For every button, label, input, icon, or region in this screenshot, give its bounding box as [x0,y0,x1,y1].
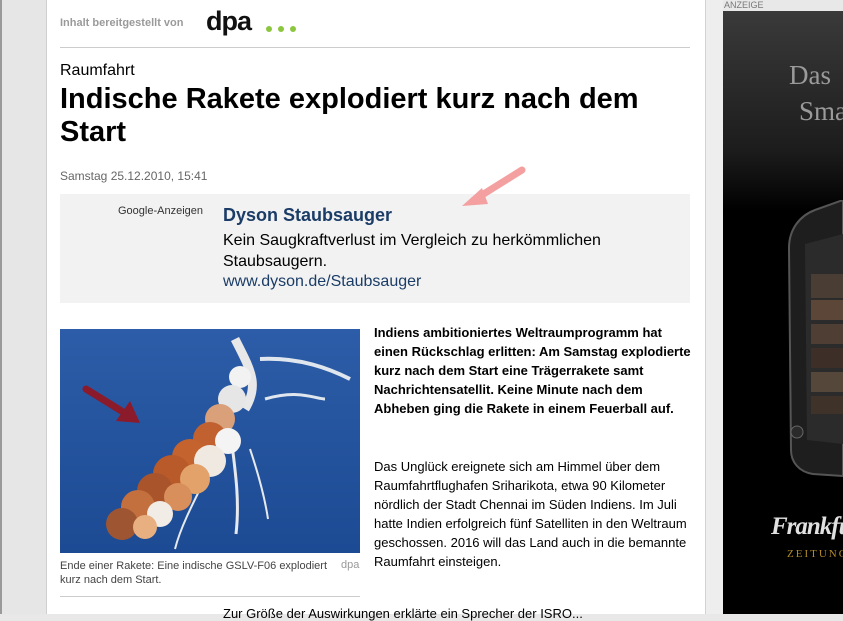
ad-headline-line1: Das [789,60,831,90]
photo-image [60,329,360,553]
article-kicker: Raumfahrt [60,62,135,79]
photo-credit: dpa [341,559,360,571]
caption-divider [60,596,360,597]
window-edge [0,0,2,614]
ad-label: ANZEIGE [723,0,843,11]
google-ad-box: Google-Anzeigen Dyson Staubsauger Kein S… [60,194,690,303]
provider-label: Inhalt bereitgestellt von [60,17,184,29]
article-lead: Indiens ambitioniertes Weltraumprogramm … [374,325,691,416]
photo-caption: Ende einer Rakete: Eine indische GSLV-F0… [60,560,328,586]
rocket-explosion-photo[interactable] [60,329,360,553]
sidebar-advertisement[interactable]: ANZEIGE Das Sma Frankfu ZEITUNG [723,0,843,614]
google-ad-label: Google-Anzeigen [118,205,204,217]
iphone-image [787,200,843,478]
article-headline: Indische Rakete explodiert kurz nach dem… [60,83,639,148]
ad-description: Kein Saugkraftverlust im Vergleich zu he… [223,232,601,270]
column-gutter [706,0,723,614]
article-dateline: Samstag 25.12.2010, 15:41 [60,169,208,183]
article-body-paragraph: Das Unglück ereignete sich am Himmel übe… [374,459,687,569]
pink-annotation-arrow-icon [462,166,526,206]
article-column: Inhalt bereitgestellt von dpa Raumfahrt … [47,0,706,621]
ad-brand-logo: Frankfu [771,513,843,540]
content-provider-bar: Inhalt bereitgestellt von dpa [60,0,690,48]
ad-title-link[interactable]: Dyson Staubsauger [223,205,392,226]
dpa-logo[interactable]: dpa [206,6,252,37]
ad-url-link[interactable]: www.dyson.de/Staubsauger [223,273,421,291]
ad-headline-line2: Sma [799,96,843,126]
left-margin [0,0,47,614]
dpa-logo-dots-icon [266,19,302,37]
ad-brand-sub: ZEITUNG [787,548,843,560]
